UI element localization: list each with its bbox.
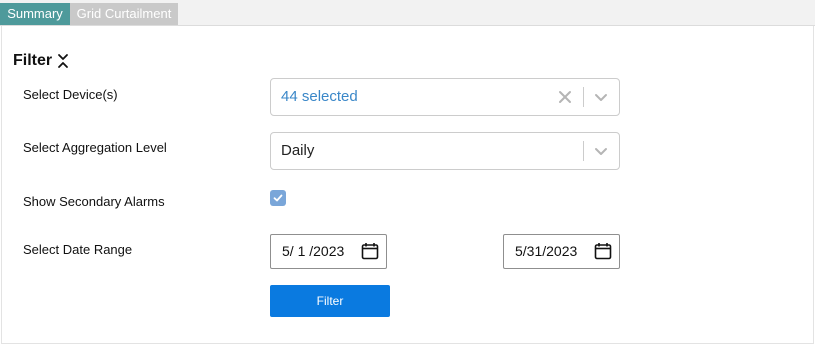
secondary-alarms-label: Show Secondary Alarms (23, 194, 165, 209)
chevron-down-icon[interactable] (593, 89, 609, 105)
end-date-value: 5/31/2023 (515, 243, 578, 259)
aggregation-select[interactable]: Daily (270, 132, 620, 170)
clear-selection-icon[interactable] (558, 90, 572, 104)
devices-label: Select Device(s) (23, 87, 118, 102)
devices-select-separator (583, 87, 584, 107)
checkmark-icon (273, 194, 283, 202)
filter-button[interactable]: Filter (270, 285, 390, 317)
aggregation-select-separator (583, 141, 584, 161)
tab-grid-curtailment[interactable]: Grid Curtailment (70, 3, 178, 25)
tab-summary[interactable]: Summary (0, 3, 70, 25)
aggregation-label: Select Aggregation Level (23, 140, 167, 155)
filter-title: Filter (13, 52, 53, 69)
collapse-chevrons-icon[interactable] (57, 52, 69, 70)
calendar-icon[interactable] (594, 242, 612, 260)
aggregation-value: Daily (281, 142, 315, 159)
summary-panel: Filter Select Device(s) 44 selected Sele… (1, 26, 814, 344)
devices-selected-count: 44 selected (281, 88, 358, 105)
secondary-alarms-checkbox[interactable] (270, 190, 286, 206)
date-range-label: Select Date Range (23, 242, 133, 257)
calendar-icon[interactable] (361, 242, 379, 260)
devices-select[interactable]: 44 selected (270, 78, 620, 116)
start-date-value: 5/ 1 /2023 (282, 243, 345, 259)
filter-header: Filter (13, 51, 69, 71)
start-date-input[interactable]: 5/ 1 /2023 (270, 234, 387, 269)
end-date-input[interactable]: 5/31/2023 (503, 234, 620, 269)
chevron-down-icon[interactable] (593, 143, 609, 159)
tab-bar: Summary Grid Curtailment (0, 0, 815, 26)
